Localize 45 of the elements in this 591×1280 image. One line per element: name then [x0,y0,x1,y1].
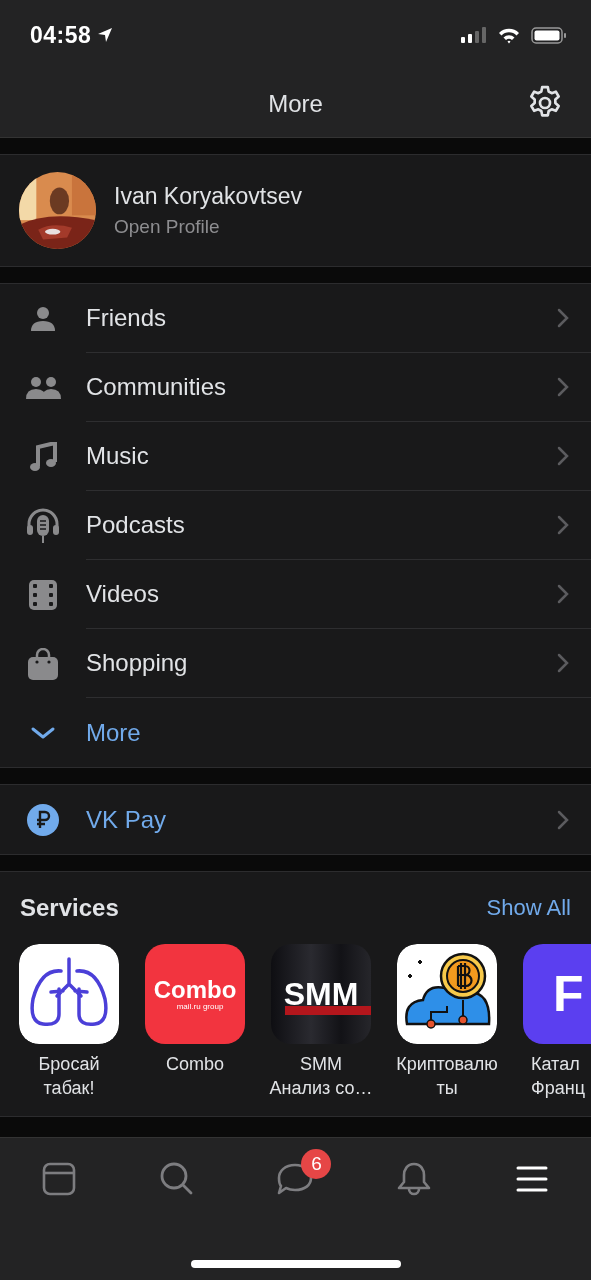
app-name: Катал Франц [531,1053,585,1100]
show-more-item[interactable]: More [0,698,591,767]
app-icon[interactable]: F [523,944,591,1044]
ruble-icon [27,803,59,836]
unread-badge: 6 [301,1149,332,1179]
menu-item[interactable]: Music [0,422,591,491]
location-arrow-icon [97,27,114,43]
lungs-app-icon[interactable] [19,944,119,1044]
shopping-bag-icon [28,647,58,680]
app-name: Криптовалю ты [396,1053,498,1100]
show-all-link[interactable]: Show All [486,895,571,921]
chevron-right-icon [557,446,569,466]
profile-name: Ivan Koryakovtsev [114,183,302,210]
chevron-down-icon [30,725,56,740]
vk-pay-item[interactable]: VK Pay [0,785,591,854]
menu-item[interactable]: Videos [0,560,591,629]
open-profile-link[interactable]: Open Profile [114,216,302,238]
music-note-icon [29,441,57,472]
chevron-right-icon [557,653,569,673]
chevron-right-icon [557,584,569,604]
app-icon[interactable]: SMM [271,944,371,1044]
wifi-icon [497,26,521,44]
menu-item[interactable]: Friends [0,284,591,353]
chevron-right-icon [557,809,569,830]
screen-title: More [268,89,323,118]
people-icon [25,376,61,399]
person-icon [30,305,56,332]
menu-item[interactable]: Podcasts [0,491,591,560]
coin-cloud-app-icon[interactable] [397,944,497,1044]
profile-card[interactable]: Ivan Koryakovtsev Open Profile [0,154,591,267]
menu-item[interactable]: Shopping [0,629,591,698]
chevron-right-icon [557,377,569,397]
app-name: Бросай табак! [38,1053,100,1100]
chevron-right-icon [557,308,569,328]
film-icon [29,579,57,610]
podcast-icon [26,507,60,544]
signal-icon [461,27,487,43]
app-name: Combo [166,1053,224,1076]
menu-item[interactable]: Communities [0,353,591,422]
clock-time: 04:58 [30,21,92,49]
section-title: Services [20,894,119,922]
app-icon[interactable]: Combo mail.ru group [145,944,245,1044]
app-name: SMM Анализ со… [269,1053,373,1100]
battery-icon [531,26,567,44]
chevron-right-icon [557,515,569,535]
